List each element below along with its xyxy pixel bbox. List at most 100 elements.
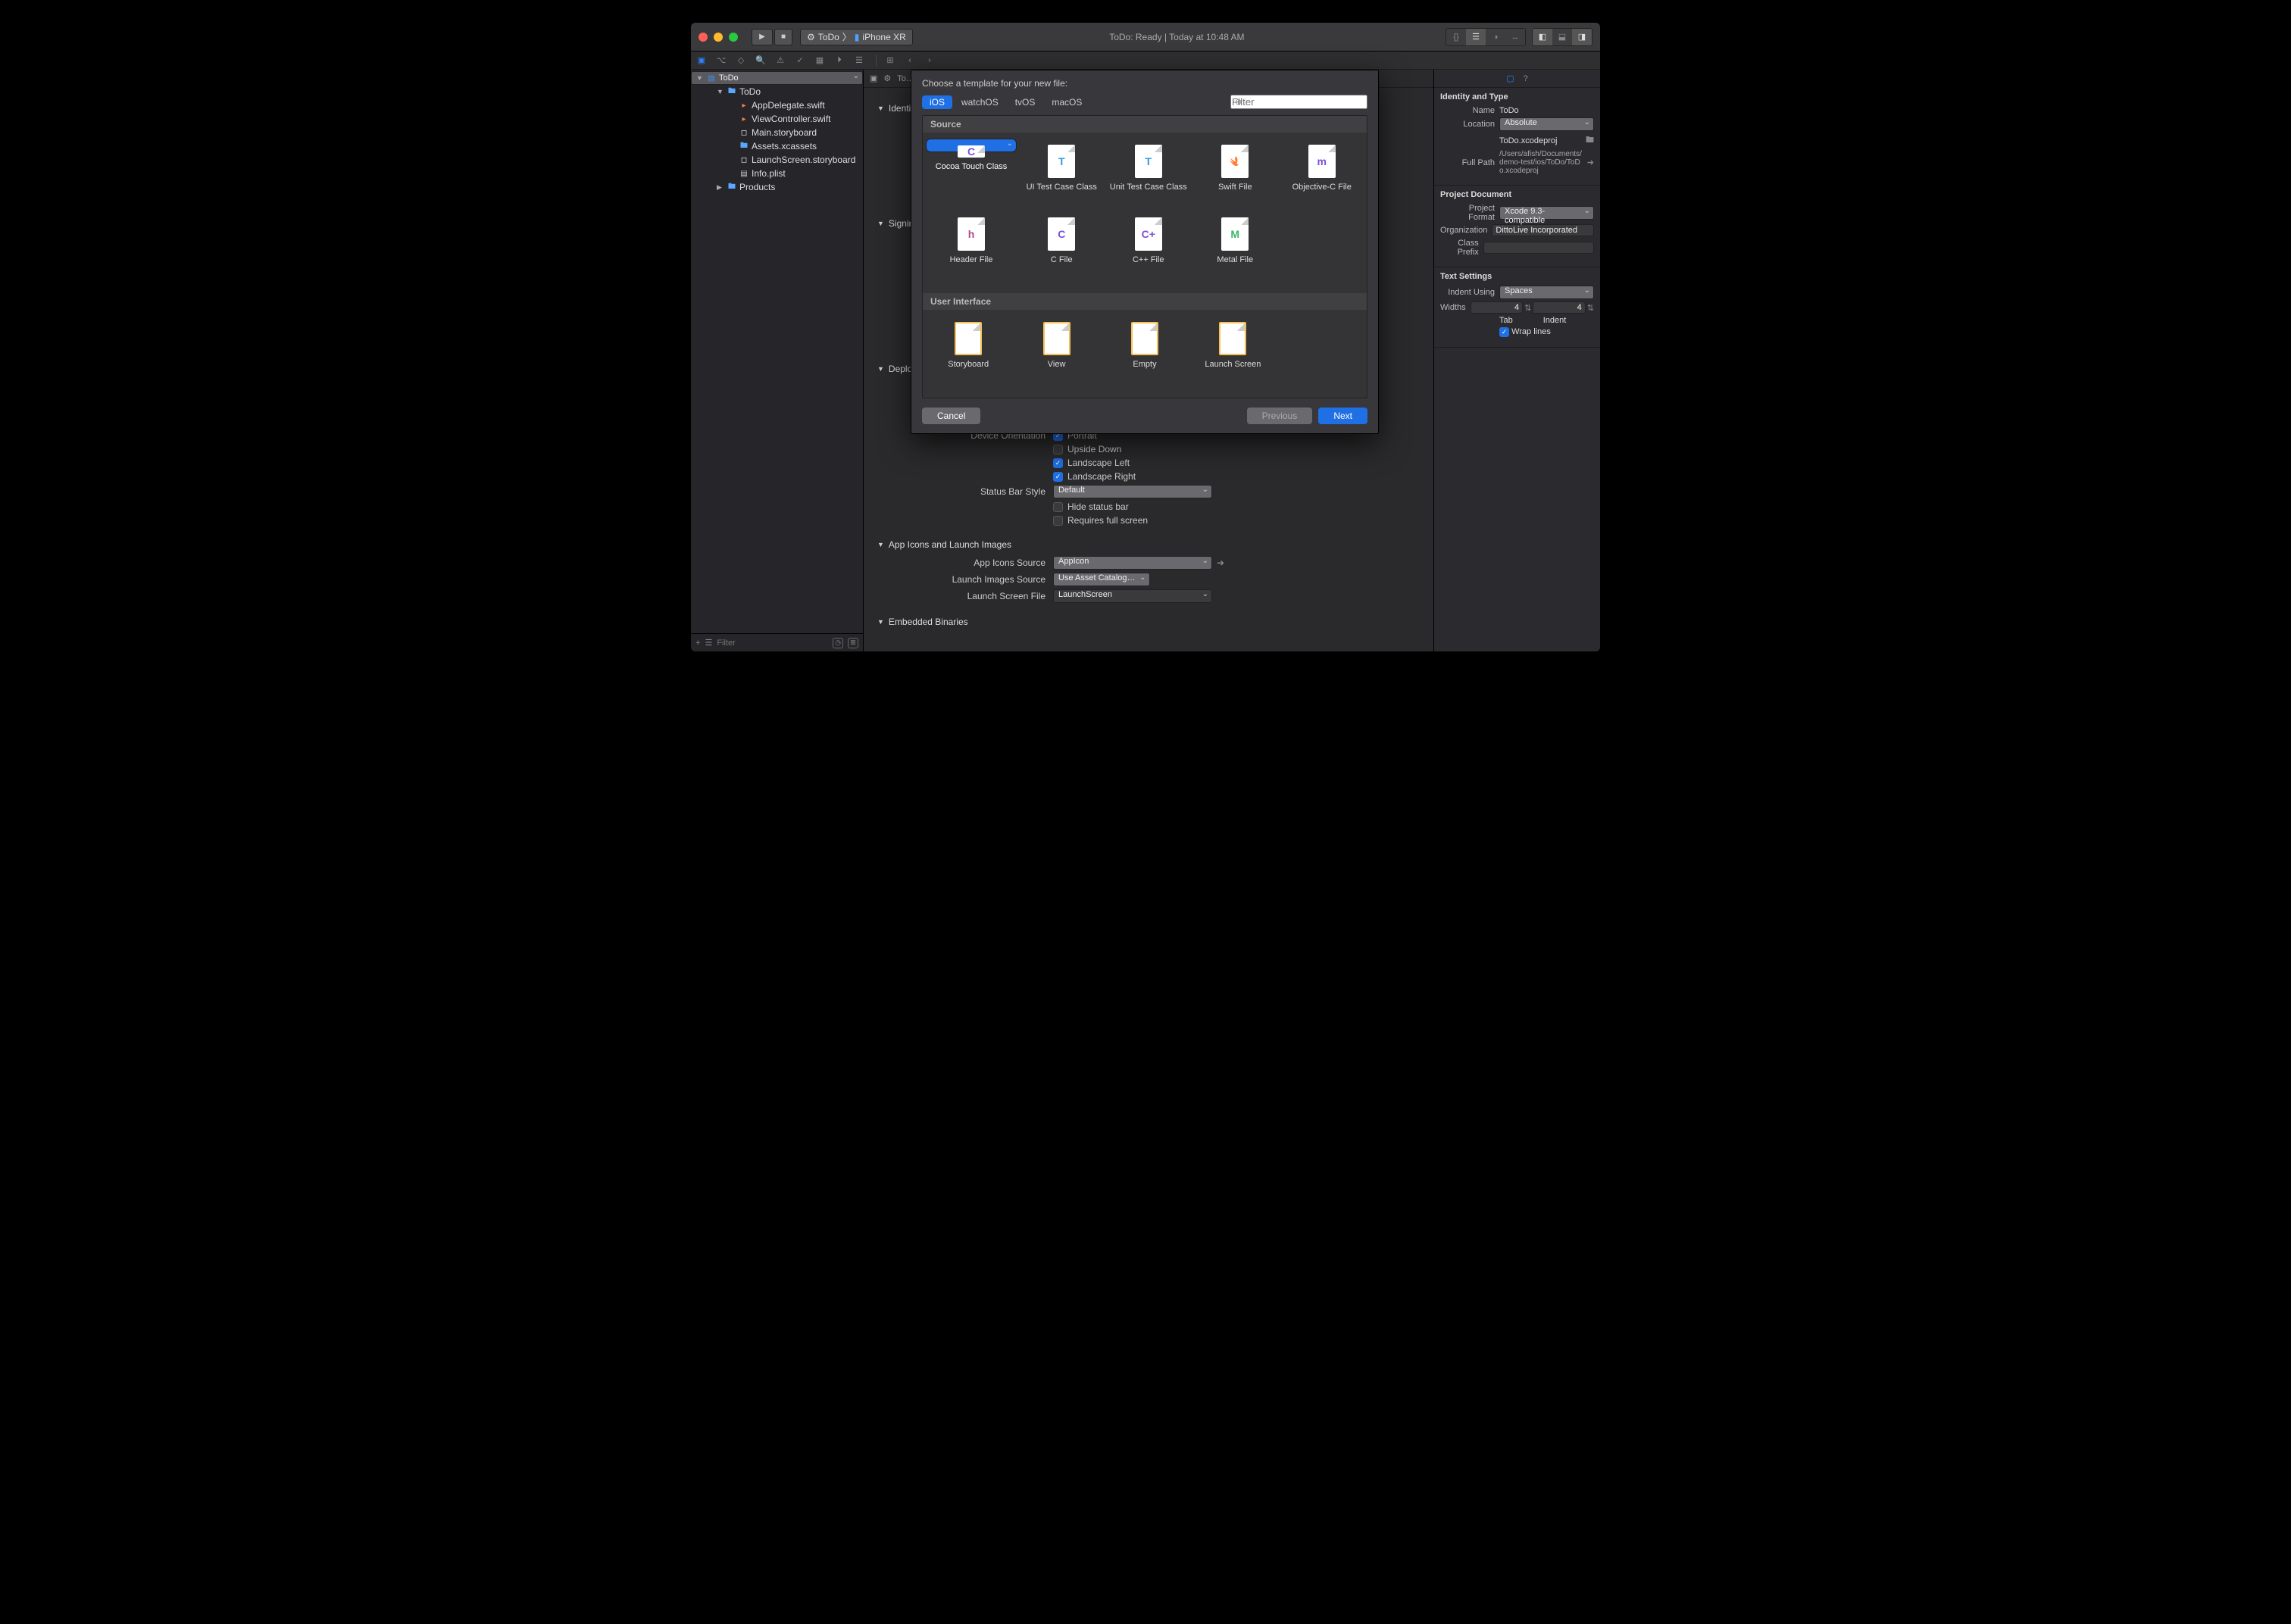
platform-tab-watchos[interactable]: watchOS [954,95,1006,109]
file-row[interactable]: ◻Main.storyboard [691,126,863,139]
editor-review[interactable]: ↔ [1505,29,1525,45]
source-control-icon[interactable]: ⌥ [715,55,727,67]
group-row[interactable]: ▼ 🖿 ToDo [691,85,863,98]
symbol-navigator-icon[interactable]: ◇ [735,55,747,67]
test-navigator-icon[interactable]: ✓ [794,55,806,67]
toggle-inspector[interactable]: ◨ [1572,29,1592,45]
appicons-action-icon[interactable]: ➜ [1217,557,1224,568]
toolbar-right: {} ☰ ◑ ↔ ◧ ⬓ ◨ [1441,28,1592,46]
platform-tab-tvos[interactable]: tvOS [1008,95,1043,109]
wrap-lines-checkbox[interactable]: ✓ [1499,327,1509,337]
project-row[interactable]: ▼ ▤ ToDo [691,71,863,85]
template-item[interactable]: mObjective-C File [1280,139,1364,208]
file-row[interactable]: ▤Info.plist [691,167,863,180]
template-item[interactable]: TUnit Test Case Class [1107,139,1191,208]
indent-using-select[interactable]: Spaces [1499,286,1594,299]
template-item[interactable]: hHeader File [926,211,1017,281]
cancel-button[interactable]: Cancel [922,408,980,424]
filter-icon: ⊕ [1235,97,1242,107]
group-label: ToDo [739,86,761,97]
template-item[interactable]: View [1014,316,1099,386]
file-label: Assets.xcassets [752,141,817,151]
template-item[interactable]: Launch Screen [1190,316,1275,386]
landscape-left-checkbox[interactable]: ✓ [1053,458,1063,468]
template-item[interactable]: Swift File [1193,139,1277,208]
file-label: Info.plist [752,168,786,179]
platform-tab-ios[interactable]: iOS [922,95,952,109]
issue-navigator-icon[interactable]: ⚠ [774,55,786,67]
scheme-selector[interactable]: ⚙︎ ToDo 〉 ▮ iPhone XR [800,29,913,45]
recent-filter-icon[interactable]: ◷ [833,638,843,648]
statusbar-select[interactable]: Default [1053,485,1212,498]
file-row[interactable]: ▸ViewController.swift [691,112,863,126]
template-item[interactable]: MMetal File [1193,211,1277,281]
add-icon[interactable]: + [695,639,700,648]
minimize-window[interactable] [714,33,723,42]
fullscreen-checkbox[interactable] [1053,516,1063,526]
class-prefix-input[interactable] [1483,242,1594,254]
launch-file-select[interactable]: LaunchScreen [1053,589,1212,603]
hide-status-checkbox[interactable] [1053,502,1063,512]
device-icon: ▮ [855,32,860,42]
app-icon: ⚙︎ [883,73,891,83]
next-button[interactable]: Next [1318,408,1367,424]
toggle-debug[interactable]: ⬓ [1552,29,1572,45]
template-filter-input[interactable] [1230,95,1367,109]
breakpoint-navigator-icon[interactable]: ⏵ [833,55,845,67]
template-item[interactable]: CCocoa Touch Class [926,139,1017,152]
editor-assistant[interactable]: ☰ [1466,29,1486,45]
template-item[interactable]: TUI Test Case Class [1020,139,1104,208]
section-embedded[interactable]: Embedded Binaries [889,617,968,627]
template-item[interactable]: Empty [1102,316,1187,386]
products-row[interactable]: ▶🖿Products [691,180,863,194]
run-controls: ▶ ■ [752,29,792,45]
appicons-source-select[interactable]: AppIcon [1053,556,1212,570]
template-item[interactable]: Storyboard [926,316,1011,386]
stop-button[interactable]: ■ [774,29,792,45]
close-window[interactable] [699,33,708,42]
template-item[interactable]: CC File [1020,211,1104,281]
run-button[interactable]: ▶ [752,29,773,45]
jump-bar-fwd-icon[interactable]: › [924,55,936,67]
launch-images-button[interactable]: Use Asset Catalog… [1053,573,1150,586]
location-file: ToDo.xcodeproj [1499,136,1583,145]
indent-width-input[interactable] [1533,301,1585,314]
projectdoc-header: Project Document [1440,190,1594,199]
statusbar-label: Status Bar Style [871,486,1053,497]
project-icon: ▤ [706,73,717,83]
organization-input[interactable] [1492,224,1594,236]
scm-filter-icon[interactable]: ⊞ [848,638,858,648]
inspector-tabs: ▢ ? [1434,70,1600,88]
file-row[interactable]: ◻LaunchScreen.storyboard [691,153,863,167]
jump-bar-related-icon[interactable]: ⊞ [884,55,896,67]
toggle-navigator[interactable]: ◧ [1533,29,1552,45]
editor-version[interactable]: ◑ [1486,29,1505,45]
jump-bar-back-icon[interactable]: ‹ [904,55,916,67]
find-navigator-icon[interactable]: 🔍 [755,55,767,67]
project-navigator-icon[interactable]: ▣ [695,55,708,67]
tab-width-input[interactable] [1471,301,1523,314]
navigator-filter-input[interactable] [717,639,828,648]
filter-icon: ☰ [705,638,712,648]
report-navigator-icon[interactable]: ☰ [853,55,865,67]
section-appicons[interactable]: App Icons and Launch Images [889,539,1011,550]
file-row[interactable]: 🖿Assets.xcassets [691,139,863,153]
traffic-lights [699,33,738,42]
previous-button[interactable]: Previous [1247,408,1313,424]
document-outline-icon[interactable]: ▣ [870,73,877,83]
template-item[interactable]: C+C++ File [1107,211,1191,281]
platform-tab-macos[interactable]: macOS [1044,95,1089,109]
location-select[interactable]: Absolute [1499,117,1594,131]
help-inspector-tab-icon[interactable]: ? [1524,74,1528,83]
landscape-right-checkbox[interactable]: ✓ [1053,472,1063,482]
upside-checkbox[interactable] [1053,445,1063,454]
folder-chooser-icon[interactable]: 🖿 [1586,133,1594,148]
project-format-select[interactable]: Xcode 9.3-compatible [1499,206,1594,220]
debug-navigator-icon[interactable]: ▦ [814,55,826,67]
zoom-window[interactable] [729,33,738,42]
file-row[interactable]: ▸AppDelegate.swift [691,98,863,112]
editor-standard[interactable]: {} [1446,29,1466,45]
file-inspector-tab-icon[interactable]: ▢ [1506,73,1514,83]
group-ui-header: User Interface [923,293,1367,310]
reveal-icon[interactable]: ➜ [1587,158,1594,167]
